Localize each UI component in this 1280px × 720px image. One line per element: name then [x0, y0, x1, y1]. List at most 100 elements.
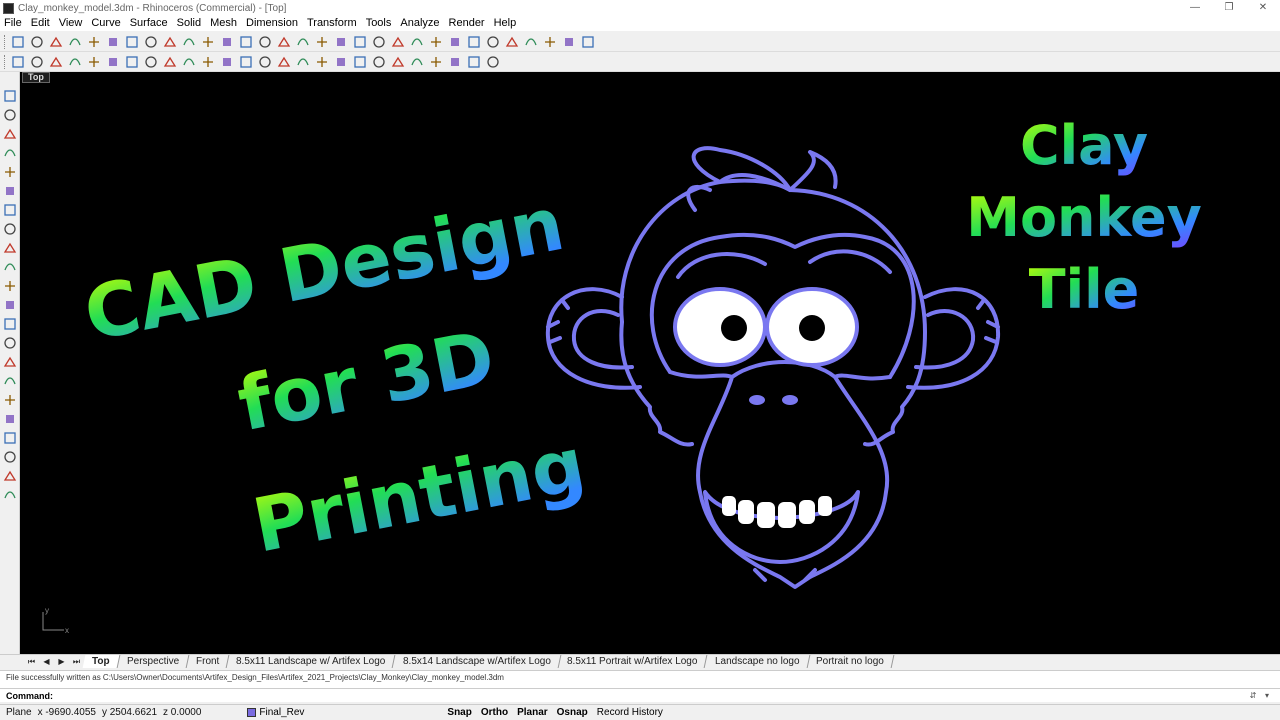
copy-tool-button[interactable]	[124, 34, 140, 50]
polyline-tool-button[interactable]	[29, 54, 45, 70]
loft-tool-button[interactable]	[390, 54, 406, 70]
planar-toggle[interactable]: Planar	[517, 707, 548, 718]
open-file-tool-button[interactable]	[29, 34, 45, 50]
layer-tool-button[interactable]	[2, 468, 18, 484]
command-scroll-icon[interactable]: ⇵	[1246, 691, 1260, 700]
tab-top[interactable]: Top	[82, 655, 120, 668]
viewport-title-tab[interactable]: Top	[22, 72, 50, 83]
shade-tool-button[interactable]	[409, 34, 425, 50]
fillet-tool-button[interactable]	[162, 54, 178, 70]
menu-dimension[interactable]: Dimension	[246, 16, 298, 31]
transform-tool-button[interactable]	[2, 297, 18, 313]
menu-edit[interactable]: Edit	[31, 16, 50, 31]
pan-tool-button[interactable]	[181, 34, 197, 50]
title-line-1[interactable]: CAD Design	[78, 181, 571, 358]
align-tool-button[interactable]	[2, 316, 18, 332]
scale-tool-button[interactable]	[314, 54, 330, 70]
import-tool-button[interactable]	[86, 34, 102, 50]
circle-tool-button[interactable]	[67, 54, 83, 70]
surface-tool-button[interactable]	[2, 202, 18, 218]
menu-help[interactable]: Help	[494, 16, 517, 31]
mirror-tool-button[interactable]	[276, 54, 292, 70]
polygon-tool-button[interactable]	[124, 54, 140, 70]
move-tool-button[interactable]	[333, 54, 349, 70]
boolean-tool-button[interactable]	[352, 54, 368, 70]
save-tool-button[interactable]	[48, 34, 64, 50]
paste-tool-button[interactable]	[143, 34, 159, 50]
curve-tool-button[interactable]	[2, 183, 18, 199]
grid-tool-button[interactable]	[561, 34, 577, 50]
boolean-tool-button[interactable]	[2, 354, 18, 370]
help-tool-button[interactable]	[466, 34, 482, 50]
snap-toggle[interactable]: Snap	[447, 707, 471, 718]
rectangle-tool-button[interactable]	[2, 164, 18, 180]
menu-mesh[interactable]: Mesh	[210, 16, 237, 31]
maximize-button[interactable]: ❐	[1212, 0, 1246, 16]
menu-transform[interactable]: Transform	[307, 16, 357, 31]
toolbar-grip[interactable]	[4, 54, 8, 69]
minimize-button[interactable]: —	[1178, 0, 1212, 16]
array-tool-button[interactable]	[2, 335, 18, 351]
trim-tool-button[interactable]	[181, 54, 197, 70]
subtitle-line-1[interactable]: Clay	[1020, 114, 1148, 177]
cut-tool-button[interactable]	[105, 34, 121, 50]
undo-tool-button[interactable]	[162, 34, 178, 50]
menu-surface[interactable]: Surface	[130, 16, 168, 31]
point-tool-button[interactable]	[2, 107, 18, 123]
polyline-tool-button[interactable]	[2, 126, 18, 142]
car-tool-button[interactable]	[295, 34, 311, 50]
menu-solid[interactable]: Solid	[177, 16, 201, 31]
new-file-tool-button[interactable]	[10, 34, 26, 50]
cursor-tool-button[interactable]	[2, 373, 18, 389]
status-current-layer[interactable]: Final_Rev	[247, 707, 347, 718]
four-viewports-tool-button[interactable]	[276, 34, 292, 50]
zoom-extents-tool-button[interactable]	[238, 34, 254, 50]
title-line-3[interactable]: Printing	[246, 421, 591, 569]
text-tool-button[interactable]	[523, 34, 539, 50]
rectangle-tool-button[interactable]	[105, 54, 121, 70]
command-input[interactable]	[57, 689, 1246, 702]
arc-tool-button[interactable]	[48, 54, 64, 70]
record-history-toggle[interactable]: Record History	[597, 707, 663, 718]
mesh-tool-button[interactable]	[2, 259, 18, 275]
menu-view[interactable]: View	[59, 16, 83, 31]
top-viewport[interactable]: CAD Design for 3D Printing Clay Monkey T…	[20, 72, 1280, 654]
menu-render[interactable]: Render	[449, 16, 485, 31]
shell-tool-button[interactable]	[466, 54, 482, 70]
curve-point-tool-button[interactable]	[143, 54, 159, 70]
material-tool-button[interactable]	[371, 34, 387, 50]
extrude-tool-button[interactable]	[371, 54, 387, 70]
explode-tool-button[interactable]	[238, 54, 254, 70]
render-tool-button[interactable]	[314, 34, 330, 50]
tab-landscape-no-logo[interactable]: Landscape no logo	[705, 655, 810, 668]
tab-next-button[interactable]: ▶	[54, 657, 69, 666]
rotate-view-tool-button[interactable]	[257, 34, 273, 50]
lock-tool-button[interactable]	[352, 34, 368, 50]
ortho-toggle[interactable]: Ortho	[481, 707, 508, 718]
command-dropdown-icon[interactable]: ▾	[1260, 691, 1274, 700]
tab-layout-landscape-14[interactable]: 8.5x14 Landscape w/Artifex Logo	[393, 655, 561, 668]
print-tool-button[interactable]	[67, 34, 83, 50]
extrude-tool-button[interactable]	[2, 240, 18, 256]
zoom-window-tool-button[interactable]	[219, 34, 235, 50]
circle-tool-button[interactable]	[2, 145, 18, 161]
menu-analyze[interactable]: Analyze	[400, 16, 439, 31]
analyze-tool-button[interactable]	[2, 392, 18, 408]
tab-last-button[interactable]: ⏭	[69, 657, 84, 667]
dimension-tool-button[interactable]	[542, 34, 558, 50]
status-plane[interactable]: Plane	[6, 707, 32, 718]
tab-perspective[interactable]: Perspective	[117, 655, 190, 668]
gear-tool-button[interactable]	[447, 34, 463, 50]
tab-first-button[interactable]: ⏮	[24, 657, 39, 667]
render-tool-button[interactable]	[2, 430, 18, 446]
close-button[interactable]: ✕	[1246, 0, 1280, 16]
subtitle-line-3[interactable]: Tile	[1029, 258, 1139, 321]
snap-tool-button[interactable]	[580, 34, 596, 50]
sphere-tool-button[interactable]	[428, 34, 444, 50]
title-line-2[interactable]: for 3D	[231, 315, 501, 449]
material-tool-button[interactable]	[2, 449, 18, 465]
line-tool-button[interactable]	[10, 54, 26, 70]
subtitle-line-2[interactable]: Monkey	[966, 186, 1202, 249]
color-wheel-tool-button[interactable]	[390, 34, 406, 50]
toolbar-grip[interactable]	[4, 34, 8, 49]
